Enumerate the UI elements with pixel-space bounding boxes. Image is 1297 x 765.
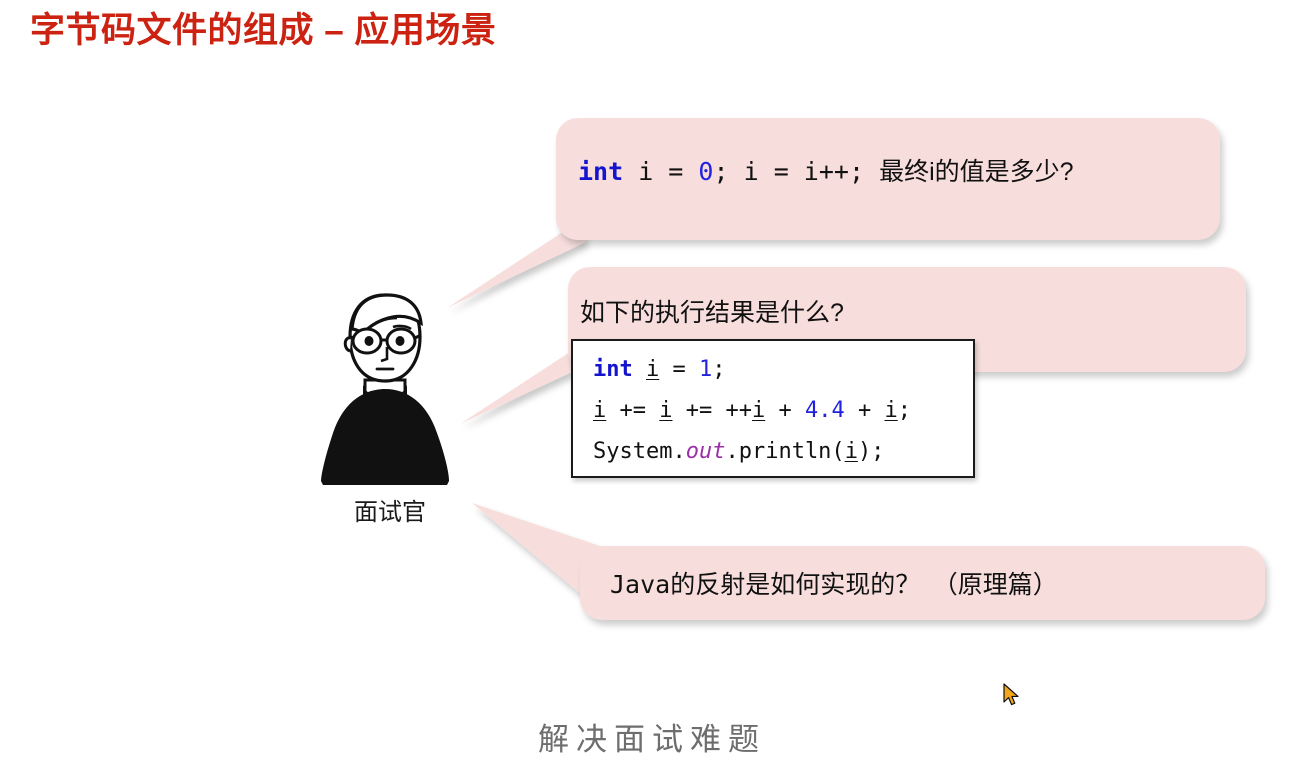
bubble-one-content: int i = 0; i = i++; 最终i的值是多少? xyxy=(578,152,1074,188)
code-operator: = xyxy=(659,357,699,382)
code-field-out: out xyxy=(685,439,726,464)
bubble-one-question: 最终i的值是多少? xyxy=(879,158,1074,186)
interviewer-caption: 面试官 xyxy=(354,499,426,526)
bubble-two-heading: 如下的执行结果是什么? xyxy=(580,299,844,327)
code-var-i: i xyxy=(659,398,673,423)
code-fragment-b: ; i = i++; xyxy=(713,157,880,186)
code-operator: + xyxy=(765,398,805,423)
code-system-call: System. xyxy=(593,439,686,464)
code-operator: += xyxy=(606,398,660,423)
code-literal-one: 1 xyxy=(699,357,713,382)
code-literal-zero: 0 xyxy=(698,157,714,186)
code-semicolon: ; xyxy=(712,357,726,382)
code-line-2: i += i += ++i + 4.4 + i; xyxy=(593,390,973,431)
code-keyword-int: int xyxy=(578,157,624,186)
code-operator: + xyxy=(844,398,885,423)
page-title: 字节码文件的组成 – 应用场景 xyxy=(30,11,497,50)
code-line-3: System.out.println(i); xyxy=(593,431,973,472)
code-var-i: i xyxy=(884,398,898,423)
speech-bubble-question-3: Java的反射是如何实现的？ （原理篇） xyxy=(580,546,1265,620)
code-var-i: i xyxy=(844,439,858,464)
code-fragment-a: i = xyxy=(623,157,699,186)
mouse-pointer-icon xyxy=(1003,683,1019,706)
code-var-i: i xyxy=(593,398,607,423)
code-close-paren: ); xyxy=(857,439,885,464)
bubble-three-question: 的反射是如何实现的？ （原理篇） xyxy=(670,571,1058,599)
bubble-three-code-word: Java xyxy=(610,570,671,599)
interviewer-person-icon xyxy=(321,293,449,485)
code-literal-four-point-four: 4.4 xyxy=(804,398,845,423)
code-semicolon: ; xyxy=(897,398,911,423)
code-var-i: i xyxy=(751,398,766,423)
code-var-i: i xyxy=(646,357,660,382)
bubble-two-tail xyxy=(460,352,572,424)
code-keyword-int: int xyxy=(593,357,633,382)
speech-bubble-question-1: int i = 0; i = i++; 最终i的值是多少? xyxy=(556,118,1220,240)
code-snippet-box: int i = 1; i += i += ++i + 4.4 + i; Syst… xyxy=(571,339,975,478)
code-line-1: int i = 1; xyxy=(593,349,973,390)
footer-caption: 解决面试难题 xyxy=(538,722,766,757)
bubble-three-content: Java的反射是如何实现的？ （原理篇） xyxy=(610,565,1058,601)
code-operator: += ++ xyxy=(672,398,752,423)
code-println: .println( xyxy=(725,439,845,464)
